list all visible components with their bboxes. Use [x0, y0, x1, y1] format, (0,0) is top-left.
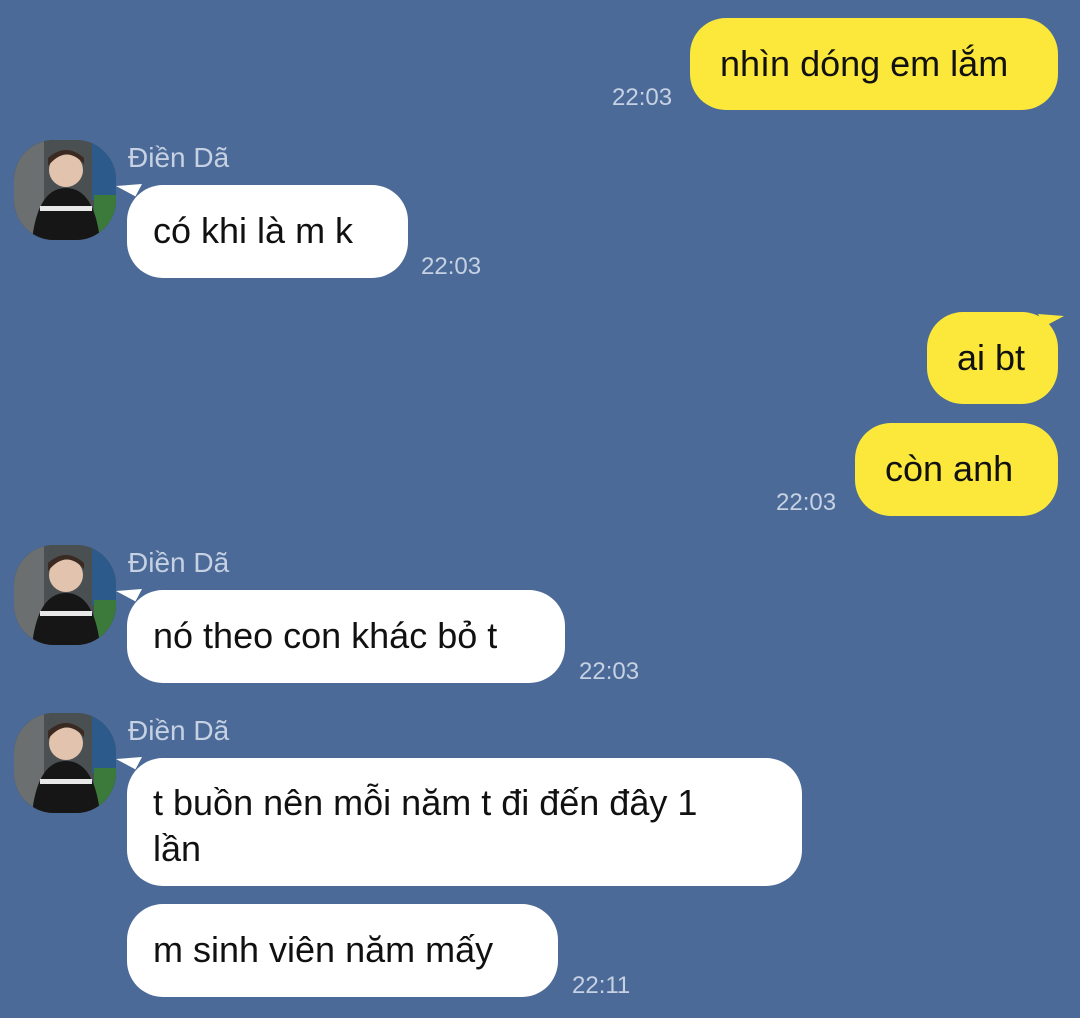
message-text-line-1: t buồn nên mỗi năm t đi đến đây 1	[153, 782, 698, 823]
message-timestamp: 22:11	[572, 972, 631, 999]
message-text: m sinh viên năm mấy	[153, 929, 494, 970]
message-timestamp: 22:03	[612, 84, 673, 111]
chat-screen: { "chat": { "contact_name": "Điền Dã", "…	[0, 0, 1080, 1018]
sender-name: Điền Dã	[128, 547, 230, 578]
message-bubble-incoming[interactable]: t buồn nên mỗi năm t đi đến đây 1 lần	[127, 758, 802, 886]
message-text: có khi là m k	[153, 210, 354, 251]
sender-name: Điền Dã	[128, 715, 230, 746]
message-text: nhìn dóng em lắm	[720, 43, 1009, 84]
message-bubble-incoming[interactable]: có khi là m k	[127, 185, 408, 278]
message-text-line-2: lần	[153, 828, 202, 869]
contact-avatar[interactable]	[14, 140, 116, 240]
bubble-tail	[116, 746, 142, 770]
message-timestamp: 22:03	[579, 658, 640, 685]
bubble-tail	[116, 578, 142, 602]
message-bubble-incoming[interactable]: nó theo con khác bỏ t	[127, 590, 565, 683]
message-text: ai bt	[957, 337, 1026, 378]
message-bubble-outgoing[interactable]: ai bt	[927, 312, 1058, 404]
message-text: nó theo con khác bỏ t	[153, 615, 498, 656]
sender-name: Điền Dã	[128, 142, 230, 173]
message-bubble-outgoing[interactable]: nhìn dóng em lắm	[690, 18, 1058, 110]
message-text: còn anh	[885, 448, 1014, 489]
contact-avatar[interactable]	[14, 713, 116, 813]
message-bubble-incoming[interactable]: m sinh viên năm mấy	[127, 904, 558, 997]
message-bubble-outgoing[interactable]: còn anh	[855, 423, 1058, 516]
bubble-tail	[116, 173, 142, 197]
contact-avatar[interactable]	[14, 545, 116, 645]
message-timestamp: 22:03	[776, 489, 837, 516]
message-timestamp: 22:03	[421, 253, 482, 280]
